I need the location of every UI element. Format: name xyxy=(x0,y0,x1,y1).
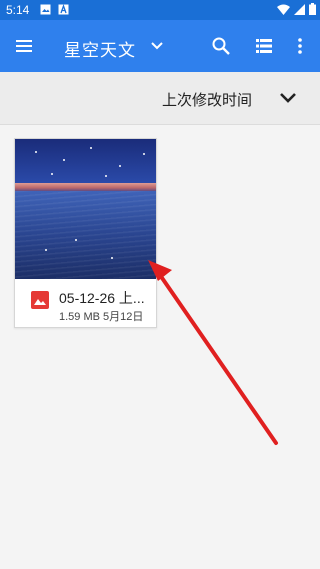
thumbnail-star xyxy=(63,159,65,161)
thumbnail-star xyxy=(111,257,113,259)
file-thumbnail[interactable] xyxy=(15,139,156,279)
signal-icon xyxy=(294,3,305,15)
battery-icon xyxy=(309,3,316,15)
sort-chevron-down-icon[interactable] xyxy=(278,88,298,108)
sort-label[interactable]: 上次修改时间 xyxy=(162,89,252,110)
wifi-icon xyxy=(277,4,290,15)
thumbnail-horizon xyxy=(15,183,156,191)
file-meta: 1.59 MB 5月12日 xyxy=(59,308,143,324)
image-file-icon xyxy=(31,291,49,309)
file-info[interactable]: 05-12-26 上... 1.59 MB 5月12日 xyxy=(15,279,156,327)
app-title[interactable]: 星空天文 xyxy=(64,36,136,61)
thumbnail-star xyxy=(143,153,145,155)
thumbnail-star xyxy=(75,239,77,241)
file-size: 1.59 MB xyxy=(59,311,100,323)
list-view-icon[interactable] xyxy=(254,36,274,56)
status-time: 5:14 xyxy=(6,3,30,17)
file-card[interactable]: 05-12-26 上... 1.59 MB 5月12日 xyxy=(14,138,157,328)
thumbnail-star xyxy=(105,175,107,177)
arrow-shaft xyxy=(158,273,278,445)
thumbnail-star xyxy=(90,147,92,149)
thumbnail-water xyxy=(15,191,156,279)
a-icon xyxy=(58,4,69,15)
thumbnail-star xyxy=(119,165,121,167)
sort-bar[interactable]: 上次修改时间 xyxy=(0,72,320,125)
file-name: 05-12-26 上... xyxy=(59,290,145,306)
thumbnail-star xyxy=(45,249,47,251)
thumbnail-star xyxy=(35,151,37,153)
menu-icon[interactable] xyxy=(14,36,34,56)
chevron-down-icon[interactable] xyxy=(150,39,164,53)
status-bar: 5:14 xyxy=(0,0,320,20)
file-date: 5月12日 xyxy=(103,311,144,323)
app-bar: 星空天文 xyxy=(0,20,320,72)
search-icon[interactable] xyxy=(211,36,231,56)
image-icon xyxy=(40,4,51,15)
thumbnail-star xyxy=(51,173,53,175)
status-right-icons xyxy=(277,3,316,15)
more-vert-icon[interactable] xyxy=(292,36,308,56)
